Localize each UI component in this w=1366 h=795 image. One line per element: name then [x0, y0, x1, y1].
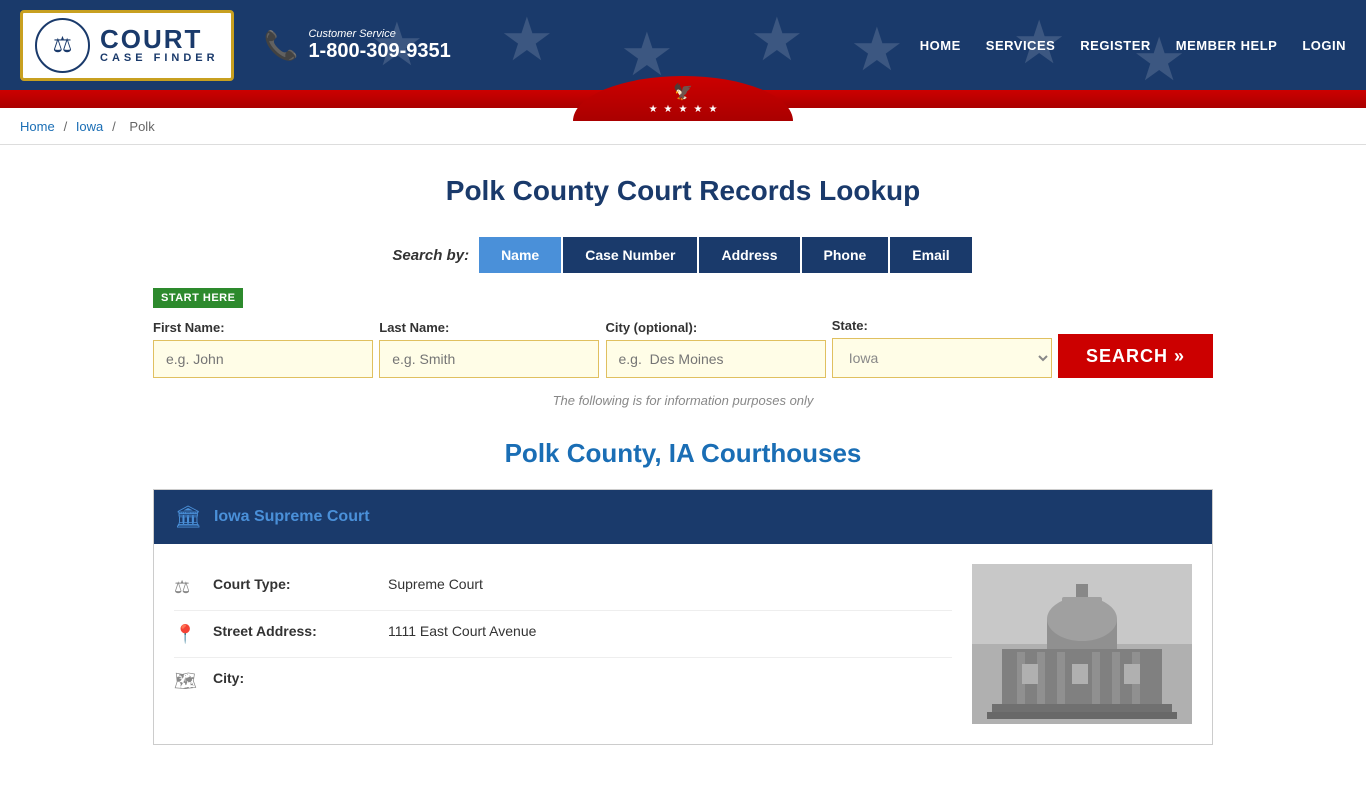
first-name-label: First Name: — [153, 320, 364, 335]
main-content: Polk County Court Records Lookup Search … — [133, 145, 1233, 795]
city-icon: 🗺 — [174, 671, 198, 692]
wave-bar: 🦅 ★★★★★ — [0, 90, 1366, 108]
first-name-input[interactable] — [153, 340, 373, 378]
search-by-label: Search by: — [392, 247, 469, 264]
nav-register[interactable]: REGISTER — [1080, 38, 1150, 53]
breadcrumb-state[interactable]: Iowa — [76, 119, 103, 134]
search-form-row: First Name: Last Name: City (optional): … — [153, 318, 1213, 378]
tab-name[interactable]: Name — [479, 237, 561, 273]
courthouses-section: Polk County, IA Courthouses 🏛 Iowa Supre… — [153, 438, 1213, 745]
wave-stars: ★★★★★ — [649, 104, 718, 115]
court-type-label: Court Type: — [213, 576, 373, 592]
phone-number: 1-800-309-9351 — [308, 40, 450, 62]
breadcrumb-home[interactable]: Home — [20, 119, 55, 134]
first-name-group: First Name: — [153, 320, 364, 378]
logo-emblem: ⚖ — [35, 18, 90, 73]
logo-box[interactable]: ⚖ COURT CASE FINDER — [20, 10, 234, 81]
phone-icon: 📞 — [264, 29, 299, 62]
state-label: State: — [832, 318, 1043, 333]
courthouse-info: ⚖ Court Type: Supreme Court 📍 Street Add… — [174, 564, 952, 724]
logo-court-text: COURT — [100, 26, 219, 52]
last-name-input[interactable] — [379, 340, 599, 378]
header-left: ⚖ COURT CASE FINDER 📞 Customer Service 1… — [20, 10, 451, 81]
street-label: Street Address: — [213, 623, 373, 639]
courthouse-card: 🏛 Iowa Supreme Court ⚖ Court Type: Supre… — [153, 489, 1213, 745]
phone-label: Customer Service — [308, 28, 450, 40]
nav-login[interactable]: LOGIN — [1302, 38, 1346, 53]
court-type-icon: ⚖ — [174, 577, 198, 598]
tab-email[interactable]: Email — [890, 237, 971, 273]
tab-phone[interactable]: Phone — [802, 237, 889, 273]
last-name-group: Last Name: — [379, 320, 590, 378]
courthouse-header: 🏛 Iowa Supreme Court — [154, 490, 1212, 544]
courthouses-title: Polk County, IA Courthouses — [153, 438, 1213, 469]
court-type-row: ⚖ Court Type: Supreme Court — [174, 564, 952, 611]
courthouse-name-link[interactable]: Iowa Supreme Court — [214, 508, 370, 526]
page-title: Polk County Court Records Lookup — [153, 175, 1213, 207]
nav-services[interactable]: SERVICES — [986, 38, 1056, 53]
search-by-row: Search by: Name Case Number Address Phon… — [153, 237, 1213, 273]
street-value: 1111 East Court Avenue — [388, 623, 536, 639]
street-row: 📍 Street Address: 1111 East Court Avenue — [174, 611, 952, 658]
eagle-icon: 🦅 — [673, 82, 693, 102]
location-icon: 📍 — [174, 624, 198, 645]
nav-member-help[interactable]: MEMBER HELP — [1176, 38, 1278, 53]
last-name-label: Last Name: — [379, 320, 590, 335]
city-label: City (optional): — [606, 320, 817, 335]
city-group: City (optional): — [606, 320, 817, 378]
courthouse-building-icon: 🏛 — [174, 504, 202, 530]
phone-text: Customer Service 1-800-309-9351 — [308, 28, 450, 63]
city-row-label: City: — [213, 670, 373, 686]
city-input[interactable] — [606, 340, 826, 378]
logo-case-finder-text: CASE FINDER — [100, 52, 219, 64]
nav-home[interactable]: HOME — [920, 38, 961, 53]
state-select[interactable]: Iowa Alabama Alaska Arizona Arkansas Cal… — [832, 338, 1052, 378]
breadcrumb-sep2: / — [112, 119, 119, 134]
tab-address[interactable]: Address — [699, 237, 799, 273]
courthouse-body: ⚖ Court Type: Supreme Court 📍 Street Add… — [154, 544, 1212, 744]
logo-text: COURT CASE FINDER — [100, 26, 219, 64]
courthouse-image — [972, 564, 1192, 724]
breadcrumb-sep1: / — [64, 119, 71, 134]
state-group: State: Iowa Alabama Alaska Arizona Arkan… — [832, 318, 1043, 378]
search-section: Search by: Name Case Number Address Phon… — [153, 237, 1213, 408]
main-nav: HOME SERVICES REGISTER MEMBER HELP LOGIN — [920, 38, 1346, 53]
tab-case-number[interactable]: Case Number — [563, 237, 697, 273]
header-phone: 📞 Customer Service 1-800-309-9351 — [264, 28, 451, 63]
court-type-value: Supreme Court — [388, 576, 483, 592]
info-note: The following is for information purpose… — [153, 393, 1213, 408]
start-here-badge: START HERE — [153, 288, 243, 308]
search-button[interactable]: SEARCH » — [1058, 334, 1213, 378]
city-row: 🗺 City: — [174, 658, 952, 704]
breadcrumb-county: Polk — [129, 119, 154, 134]
